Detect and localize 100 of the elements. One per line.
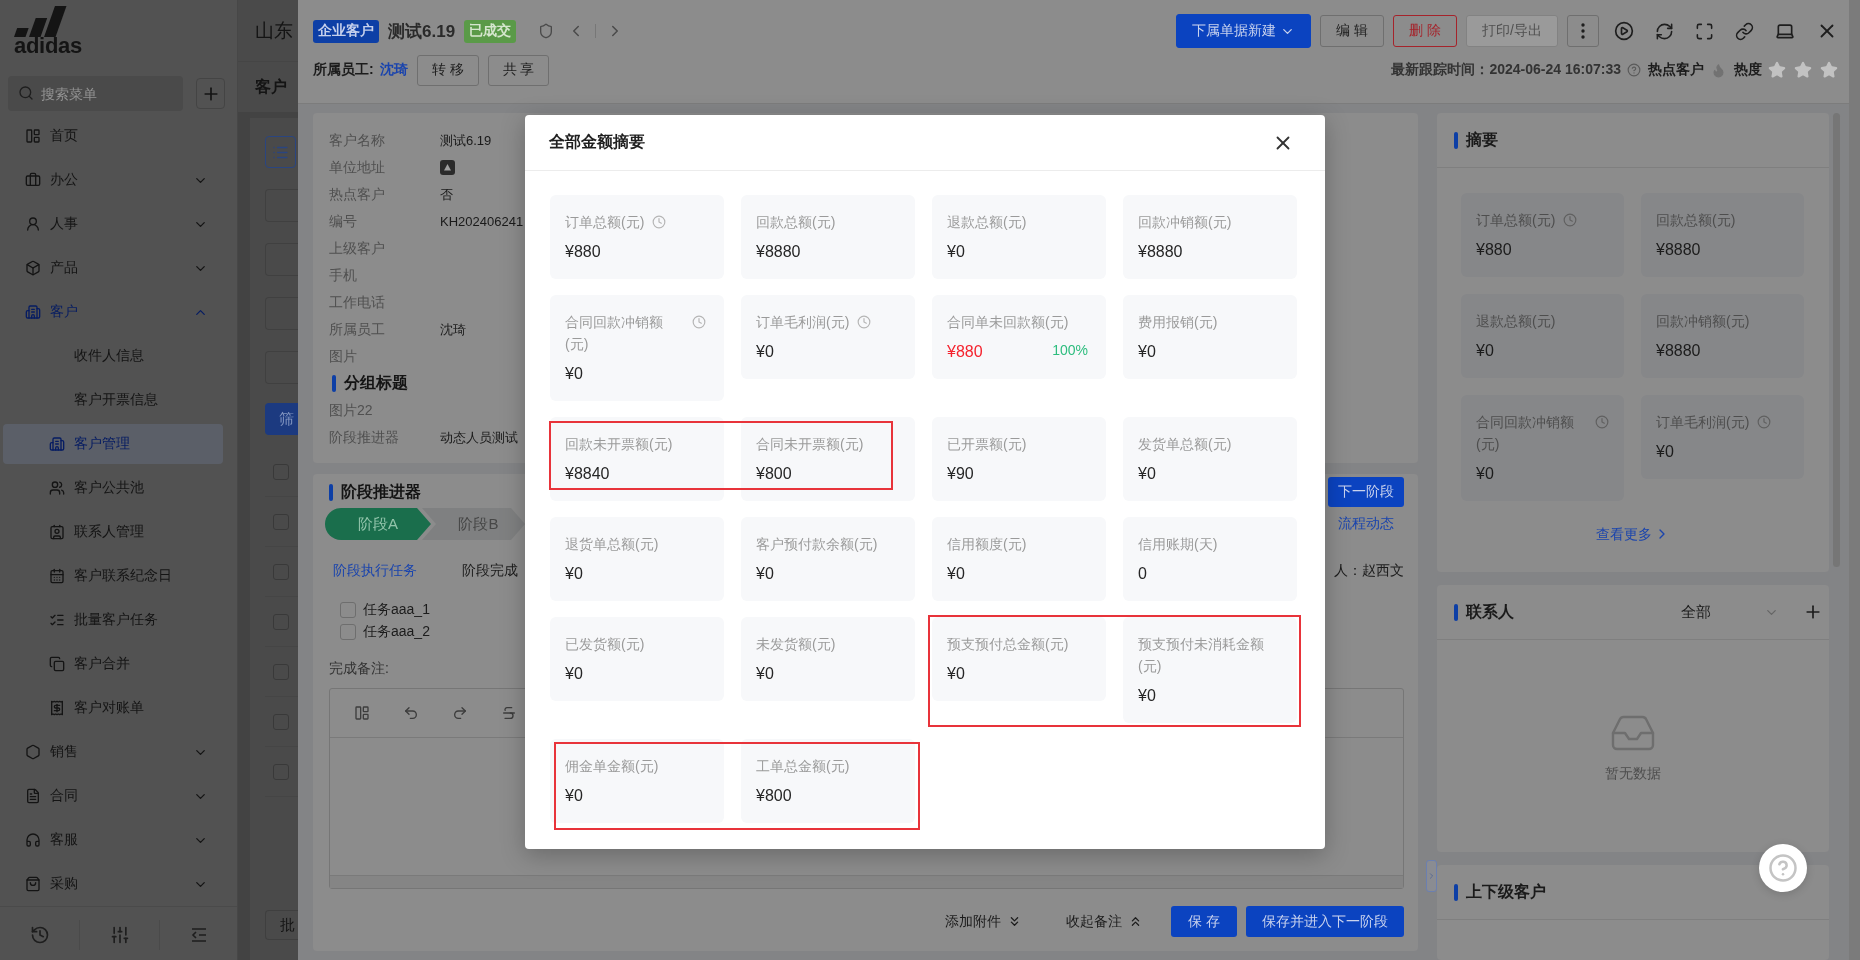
cube-icon <box>25 260 41 276</box>
amount-value: ¥0 <box>756 342 774 362</box>
submenu-item[interactable]: 客户合并 <box>3 644 223 684</box>
amount-value: ¥0 <box>947 564 965 584</box>
field-label: 编号 <box>329 212 357 231</box>
next-stage-button[interactable]: 下一阶段 <box>1328 477 1404 507</box>
percentage-text: 100% <box>1052 342 1088 358</box>
submenu-item[interactable]: 客户联系纪念日 <box>3 556 223 596</box>
link-icon[interactable] <box>1735 21 1754 41</box>
menu-item[interactable]: 采购 <box>3 864 223 904</box>
amount-label: 回款总额(元) <box>756 213 836 232</box>
tracking-time-text: 最新跟踪时间：2024-06-24 16:07:33 <box>1391 61 1621 79</box>
submenu-item[interactable]: 客户管理 <box>3 424 223 464</box>
toolbar-button[interactable]: 编 辑 <box>1320 15 1385 47</box>
stage-step[interactable]: 阶段B <box>422 508 525 540</box>
amount-label: 客户预付款余额(元) <box>756 535 878 554</box>
toolbar-button[interactable]: 下属单据新建 <box>1176 14 1312 48</box>
toggle-link[interactable]: 收起备注 <box>1066 912 1144 931</box>
amount-value: ¥0 <box>947 664 965 684</box>
checklist-icon <box>49 612 65 628</box>
briefcase-icon <box>25 172 41 188</box>
fullscreen-icon[interactable] <box>1695 21 1714 41</box>
logo-stripes-icon <box>14 6 67 37</box>
toolbar-button[interactable]: 删 除 <box>1393 15 1458 47</box>
checkbox[interactable] <box>340 624 356 640</box>
amount-value: ¥8840 <box>565 464 610 484</box>
view-more-link[interactable]: 查看更多 <box>1596 523 1670 545</box>
save-button[interactable]: 保 存 <box>1171 906 1237 937</box>
strikethrough-icon[interactable] <box>501 705 517 721</box>
toggle-link[interactable]: 添加附件 <box>945 912 1023 931</box>
menu-item[interactable]: 人事 <box>3 204 223 244</box>
tab[interactable]: 阶段执行任务 <box>333 562 417 580</box>
building-icon <box>25 304 41 320</box>
submenu-item[interactable]: 批量客户任务 <box>3 600 223 640</box>
field-label: 工作电话 <box>329 293 385 312</box>
star-rating[interactable] <box>1768 61 1838 79</box>
amount-value: ¥0 <box>565 364 583 384</box>
flow-link[interactable]: 流程动态 <box>1328 515 1404 533</box>
menu-item[interactable]: 销售 <box>3 732 223 772</box>
amount-label: 回款冲销额(元) <box>1138 213 1232 232</box>
field-label: 图片 <box>329 347 357 366</box>
field-label: 所属员工 <box>329 320 385 339</box>
owner-link[interactable]: 沈琦 <box>379 61 408 79</box>
undo-icon[interactable] <box>403 705 419 721</box>
menu-item[interactable]: 办公 <box>3 160 223 200</box>
menu-item[interactable]: 客户 <box>3 292 223 332</box>
field-label: 热点客户 <box>329 185 385 204</box>
menu-item[interactable]: 产品 <box>3 248 223 288</box>
shield-icon[interactable] <box>538 23 555 39</box>
sliders-icon[interactable] <box>109 924 130 945</box>
history-icon[interactable] <box>29 924 50 945</box>
amount-label: 合同回款冲销额(元) <box>565 313 664 354</box>
more-icon <box>1581 23 1585 39</box>
redo-icon[interactable] <box>452 705 468 721</box>
laptop-icon[interactable] <box>1775 21 1795 41</box>
action-button[interactable]: 转 移 <box>416 54 479 86</box>
collapse-handle[interactable] <box>1426 860 1437 892</box>
amount-value: ¥880 <box>947 342 983 362</box>
more-button[interactable] <box>1567 15 1599 47</box>
amount-label: 未发货额(元) <box>756 635 836 654</box>
amount-label: 预支预付总金额(元) <box>947 635 1069 654</box>
amount-label: 已开票额(元) <box>947 435 1027 454</box>
menu-item[interactable]: 首页 <box>3 116 223 156</box>
filter-button[interactable]: 筛 <box>265 403 298 435</box>
person-icon <box>25 216 41 232</box>
star-icon <box>1768 61 1786 79</box>
amount-value: ¥880 <box>1476 240 1512 260</box>
copy-icon <box>49 656 65 672</box>
filter-select[interactable]: 全部 <box>1681 602 1779 622</box>
star-icon <box>1820 61 1838 79</box>
amount-value: ¥0 <box>565 664 583 684</box>
refresh-icon[interactable] <box>1655 21 1674 41</box>
search-field[interactable]: 搜索菜单 <box>8 76 183 111</box>
add-button[interactable] <box>196 78 225 109</box>
menu-item[interactable]: 客服 <box>3 820 223 860</box>
panel-title: 上下级客户 <box>1466 881 1546 902</box>
search-icon <box>18 85 34 101</box>
field-value: 动态人员测试 <box>440 428 518 447</box>
field-label: 阶段推进器 <box>329 428 399 447</box>
amount-value: ¥0 <box>565 786 583 806</box>
section-title: 阶段推进器 <box>341 481 421 502</box>
flame-icon[interactable] <box>1711 62 1726 78</box>
stage-step[interactable]: 阶段A <box>325 508 431 540</box>
document-icon <box>25 788 41 804</box>
save-next-button[interactable]: 保存并进入下一阶段 <box>1246 906 1404 937</box>
owner-label: 所属员工: <box>313 61 374 79</box>
submenu-item[interactable]: 客户对账单 <box>3 688 223 728</box>
amount-value: ¥8880 <box>1138 242 1183 262</box>
layout-icon[interactable] <box>354 705 370 721</box>
tab[interactable]: 阶段完成 <box>462 562 518 580</box>
heat-label: 热度 <box>1734 61 1762 79</box>
help-icon[interactable] <box>1627 63 1641 77</box>
hot-label: 热点客户 <box>1648 61 1704 79</box>
checkbox[interactable] <box>340 602 356 618</box>
submenu-item[interactable]: 客户开票信息 <box>3 380 223 420</box>
submenu-item[interactable]: 客户公共池 <box>3 468 223 508</box>
submenu-item[interactable]: 收件人信息 <box>3 336 223 376</box>
play-icon[interactable] <box>1614 21 1634 41</box>
accent-bar-icon <box>332 375 336 392</box>
action-button[interactable]: 共 享 <box>487 54 550 86</box>
